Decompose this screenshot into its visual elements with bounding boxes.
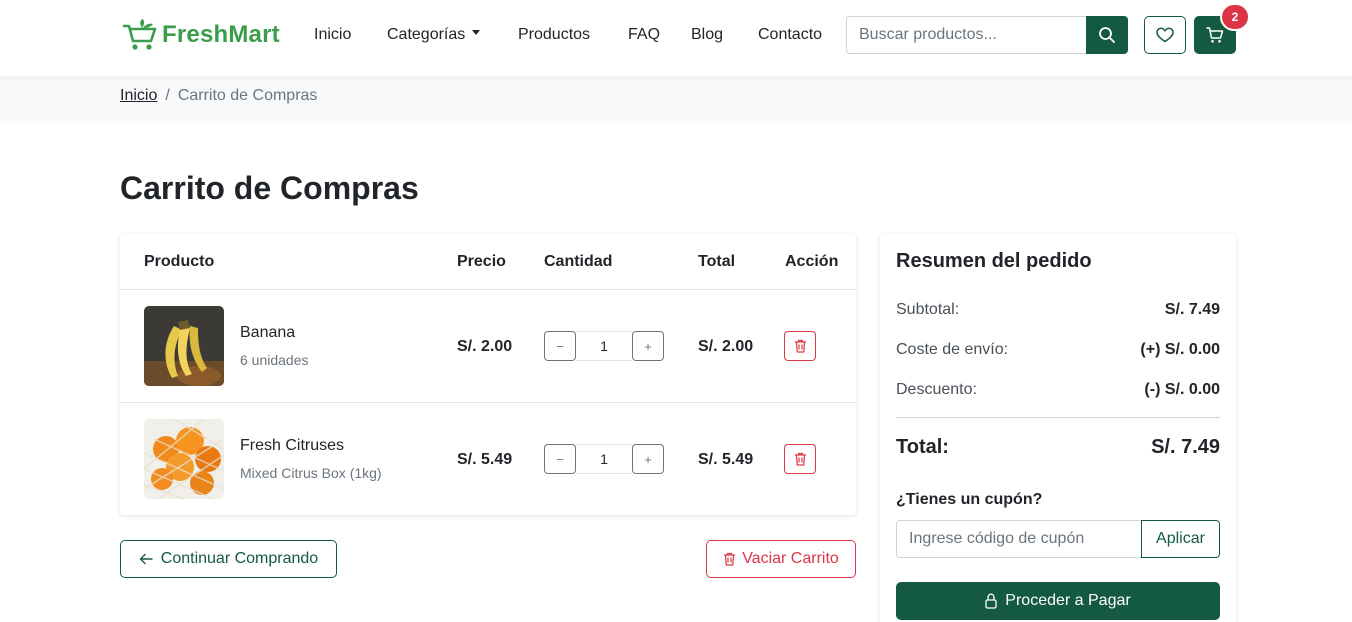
- discount-value: (-) S/. 0.00: [1144, 381, 1220, 398]
- chevron-down-icon: [472, 30, 481, 36]
- arrow-left-icon: [139, 553, 153, 565]
- brand-name: FreshMart: [162, 21, 280, 48]
- quantity-value[interactable]: 1: [576, 331, 632, 361]
- apply-coupon-button[interactable]: Aplicar: [1141, 520, 1220, 558]
- trash-icon: [794, 339, 806, 353]
- continue-shopping-label: Continuar Comprando: [160, 550, 319, 567]
- clear-cart-button[interactable]: Vaciar Carrito: [706, 540, 856, 578]
- nav-categorias[interactable]: Categorías: [387, 26, 481, 44]
- discount-label: Descuento:: [896, 381, 977, 398]
- line-total: S/. 2.00: [698, 338, 754, 355]
- row-divider: [120, 402, 856, 403]
- page-title: Carrito de Compras: [120, 170, 419, 206]
- search-input[interactable]: [846, 16, 1086, 54]
- heart-icon: [1156, 27, 1174, 43]
- search-button[interactable]: [1086, 16, 1128, 54]
- product-description: 6 unidades: [240, 352, 309, 368]
- product-name[interactable]: Fresh Citruses: [240, 437, 344, 455]
- increase-quantity-button[interactable]: +: [632, 444, 664, 474]
- lock-icon: [985, 593, 997, 609]
- quantity-stepper: − 1 +: [544, 331, 664, 361]
- remove-item-button[interactable]: [784, 444, 816, 474]
- column-header-producto: Producto: [144, 253, 215, 270]
- row-divider: [120, 289, 856, 290]
- clear-cart-label: Vaciar Carrito: [742, 550, 839, 567]
- column-header-total: Total: [698, 253, 736, 270]
- nav-productos[interactable]: Productos: [518, 26, 590, 44]
- shipping-value: (+) S/. 0.00: [1140, 341, 1220, 358]
- brand[interactable]: FreshMart: [122, 18, 280, 52]
- order-summary: Resumen del pedido Subtotal: S/. 7.49 Co…: [880, 234, 1236, 622]
- breadcrumb-separator: /: [165, 87, 170, 104]
- continue-shopping-button[interactable]: Continuar Comprando: [120, 540, 337, 578]
- quantity-stepper: − 1 +: [544, 444, 664, 474]
- nav-inicio[interactable]: Inicio: [314, 26, 351, 44]
- site-header: FreshMart Inicio Categorías Productos FA…: [0, 0, 1352, 76]
- breadcrumb: Inicio / Carrito de Compras: [120, 87, 317, 105]
- decrease-quantity-button[interactable]: −: [544, 444, 576, 474]
- cart-count-badge: 2: [1220, 3, 1250, 31]
- column-header-accion: Acción: [785, 253, 839, 270]
- summary-title: Resumen del pedido: [896, 250, 1092, 272]
- checkout-label: Proceder a Pagar: [1005, 592, 1131, 609]
- remove-item-button[interactable]: [784, 331, 816, 361]
- coupon-input[interactable]: [896, 520, 1141, 558]
- column-header-precio: Precio: [457, 253, 506, 270]
- search-form: [846, 16, 1128, 54]
- cart-icon: [1206, 27, 1224, 43]
- trash-icon: [724, 552, 736, 566]
- cart-table: Producto Precio Cantidad Total Acción Ba…: [120, 234, 856, 515]
- search-icon: [1099, 27, 1115, 43]
- product-price: S/. 5.49: [457, 451, 513, 468]
- product-name[interactable]: Banana: [240, 324, 295, 342]
- total-value: S/. 7.49: [1151, 436, 1220, 458]
- trash-icon: [794, 452, 806, 466]
- nav-categorias-label: Categorías: [387, 26, 466, 43]
- quantity-value[interactable]: 1: [576, 444, 632, 474]
- coupon-title: ¿Tienes un cupón?: [896, 491, 1043, 508]
- nav-blog[interactable]: Blog: [691, 26, 723, 44]
- cart-logo-icon: [122, 19, 157, 50]
- checkout-button[interactable]: Proceder a Pagar: [896, 582, 1220, 620]
- decrease-quantity-button[interactable]: −: [544, 331, 576, 361]
- shipping-label: Coste de envío:: [896, 341, 1009, 358]
- line-total: S/. 5.49: [698, 451, 754, 468]
- subtotal-value: S/. 7.49: [1164, 301, 1220, 318]
- product-image-citruses: [144, 419, 224, 499]
- nav-contacto[interactable]: Contacto: [758, 26, 822, 44]
- product-image-banana: [144, 306, 224, 386]
- product-description: Mixed Citrus Box (1kg): [240, 465, 382, 481]
- total-label: Total:: [896, 436, 949, 458]
- product-price: S/. 2.00: [457, 338, 513, 355]
- wishlist-button[interactable]: [1144, 16, 1186, 54]
- subtotal-label: Subtotal:: [896, 301, 960, 318]
- breadcrumb-home-link[interactable]: Inicio: [120, 87, 157, 105]
- nav-faq[interactable]: FAQ: [628, 26, 660, 44]
- breadcrumb-current: Carrito de Compras: [177, 87, 318, 104]
- column-header-cantidad: Cantidad: [544, 253, 613, 270]
- summary-divider: [896, 417, 1220, 418]
- increase-quantity-button[interactable]: +: [632, 331, 664, 361]
